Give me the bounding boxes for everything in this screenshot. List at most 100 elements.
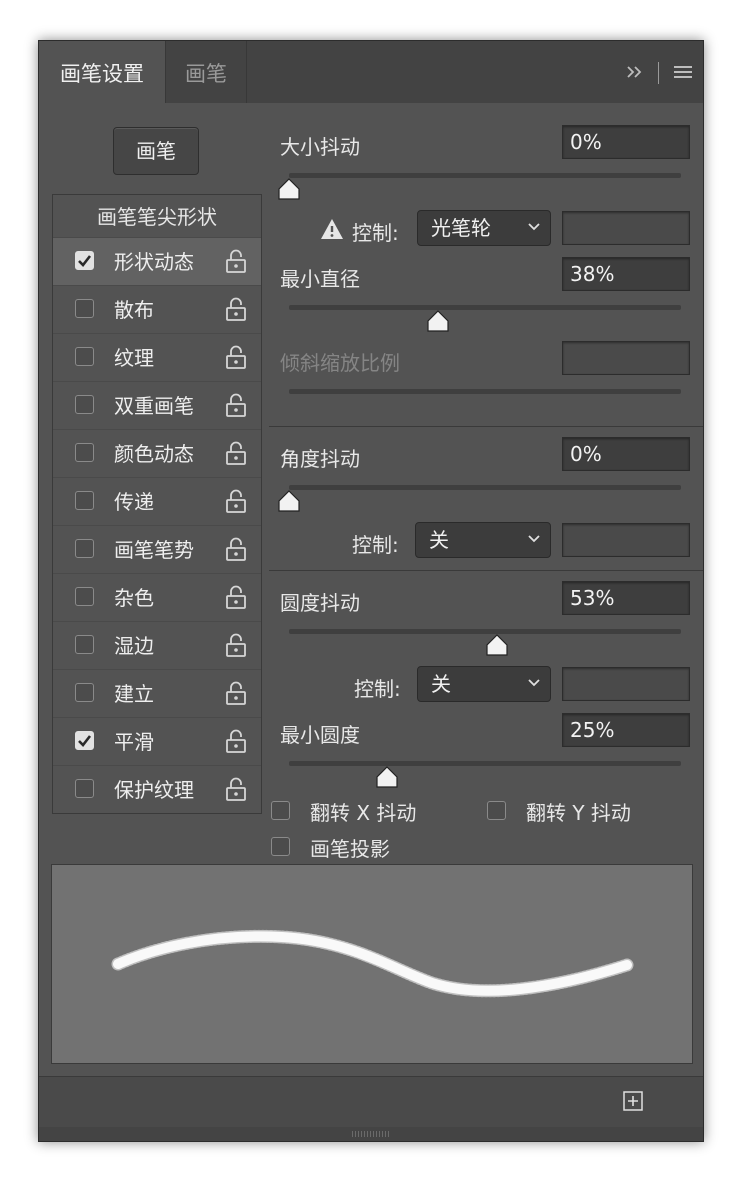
tilt-scale-label: 倾斜缩放比例 <box>280 351 400 375</box>
roundness-jitter-field[interactable]: 53% <box>562 581 690 615</box>
unlocked-padlock-icon[interactable] <box>225 489 247 513</box>
angle-control-select[interactable]: 关 <box>415 522 551 558</box>
sidebar-item[interactable]: 双重画笔 <box>53 381 261 429</box>
min-diameter-label: 最小直径 <box>280 267 360 291</box>
min-diameter-slider-thumb[interactable] <box>427 310 449 332</box>
sidebar-item[interactable]: 颜色动态 <box>53 429 261 477</box>
flip-x-label[interactable]: 翻转 X 抖动 <box>310 797 416 826</box>
size-jitter-label: 大小抖动 <box>280 135 360 159</box>
brush-settings-panel: 画笔设置 画笔 画笔 画笔笔尖形状 形状动态 散布 纹理 双重画笔 颜色动态 传递 画笔笔势… <box>38 40 704 1142</box>
sidebar-item[interactable]: 杂色 <box>53 573 261 621</box>
sidebar-item-label[interactable]: 建立 <box>114 670 154 718</box>
brush-projection-checkbox[interactable] <box>271 837 290 856</box>
hamburger-menu-icon[interactable] <box>673 64 693 83</box>
sidebar-item-label[interactable]: 形状动态 <box>114 238 194 286</box>
min-roundness-field[interactable]: 25% <box>562 713 690 747</box>
sidebar-item-label[interactable]: 传递 <box>114 478 154 526</box>
double-chevron-right-icon[interactable] <box>626 64 644 83</box>
sidebar-item-checkbox[interactable] <box>75 347 94 366</box>
sidebar-item-label[interactable]: 平滑 <box>114 718 154 766</box>
sidebar-item[interactable]: 湿边 <box>53 621 261 669</box>
chevron-down-icon <box>528 679 540 687</box>
min-roundness-slider-thumb[interactable] <box>376 766 398 788</box>
size-jitter-field[interactable]: 0% <box>562 125 690 159</box>
sidebar-item-checkbox[interactable] <box>75 395 94 414</box>
chevron-down-icon <box>528 223 540 231</box>
sidebar-item-label[interactable]: 颜色动态 <box>114 430 194 478</box>
unlocked-padlock-icon[interactable] <box>225 441 247 465</box>
size-jitter-slider-thumb[interactable] <box>278 178 300 200</box>
roundness-control-select[interactable]: 关 <box>417 666 551 702</box>
sidebar-item[interactable]: 纹理 <box>53 333 261 381</box>
unlocked-padlock-icon[interactable] <box>225 633 247 657</box>
sidebar-item-checkbox[interactable] <box>75 731 94 750</box>
sidebar-item-label[interactable]: 纹理 <box>114 334 154 382</box>
unlocked-padlock-icon[interactable] <box>225 729 247 753</box>
sidebar-item-label[interactable]: 双重画笔 <box>114 382 194 430</box>
angle-control-field[interactable] <box>562 523 690 557</box>
unlocked-padlock-icon[interactable] <box>225 345 247 369</box>
checkmark-icon <box>78 255 92 267</box>
flip-y-checkbox[interactable] <box>487 801 506 820</box>
size-jitter-slider-track[interactable] <box>289 173 681 178</box>
roundness-jitter-label: 圆度抖动 <box>280 591 360 615</box>
sidebar-item[interactable]: 平滑 <box>53 717 261 765</box>
sidebar-item[interactable]: 形状动态 <box>53 237 261 285</box>
new-brush-icon[interactable] <box>623 1091 643 1111</box>
sidebar-item-label[interactable]: 保护纹理 <box>114 766 194 814</box>
sidebar-item-checkbox[interactable] <box>75 539 94 558</box>
tilt-scale-field <box>562 341 690 375</box>
roundness-jitter-slider-thumb[interactable] <box>486 634 508 656</box>
sidebar-item[interactable]: 散布 <box>53 285 261 333</box>
unlocked-padlock-icon[interactable] <box>225 393 247 417</box>
sidebar-item[interactable]: 传递 <box>53 477 261 525</box>
unlocked-padlock-icon[interactable] <box>225 297 247 321</box>
sidebar-item-label[interactable]: 湿边 <box>114 622 154 670</box>
sidebar-item[interactable]: 画笔笔势 <box>53 525 261 573</box>
brush-stroke-preview <box>51 864 693 1064</box>
sidebar-item-label[interactable]: 画笔笔势 <box>114 526 194 574</box>
brush-presets-button[interactable]: 画笔 <box>113 127 199 175</box>
sidebar-item-checkbox[interactable] <box>75 491 94 510</box>
unlocked-padlock-icon[interactable] <box>225 585 247 609</box>
unlocked-padlock-icon[interactable] <box>225 537 247 561</box>
sidebar-item-checkbox[interactable] <box>75 587 94 606</box>
angle-control-label: 控制: <box>352 533 399 557</box>
size-control-field[interactable] <box>562 211 690 245</box>
resize-grip[interactable] <box>39 1127 703 1141</box>
angle-jitter-label: 角度抖动 <box>280 447 360 471</box>
roundness-control-field[interactable] <box>562 667 690 701</box>
sidebar-item[interactable]: 保护纹理 <box>53 765 261 813</box>
angle-control-value: 关 <box>429 528 449 552</box>
sidebar-item-label[interactable]: 杂色 <box>114 574 154 622</box>
sidebar-item[interactable]: 建立 <box>53 669 261 717</box>
panel-footer <box>39 1076 703 1127</box>
brush-stroke <box>111 929 634 998</box>
unlocked-padlock-icon[interactable] <box>225 681 247 705</box>
min-roundness-slider-track[interactable] <box>289 761 681 766</box>
min-diameter-slider-track[interactable] <box>289 305 681 310</box>
angle-jitter-slider-thumb[interactable] <box>278 490 300 512</box>
tab-brush[interactable]: 画笔 <box>166 41 247 103</box>
unlocked-padlock-icon[interactable] <box>225 249 247 273</box>
flip-y-label[interactable]: 翻转 Y 抖动 <box>526 797 631 826</box>
sidebar-item-checkbox[interactable] <box>75 779 94 798</box>
sidebar-item-checkbox[interactable] <box>75 443 94 462</box>
brush-options-list: 画笔笔尖形状 形状动态 散布 纹理 双重画笔 颜色动态 传递 画笔笔势 杂色 湿边 建立 平滑 保护纹… <box>52 194 262 814</box>
brush-projection-label[interactable]: 画笔投影 <box>310 833 390 862</box>
sidebar-item-checkbox[interactable] <box>75 683 94 702</box>
flip-x-checkbox[interactable] <box>271 801 290 820</box>
sidebar-item-label[interactable]: 散布 <box>114 286 154 334</box>
angle-jitter-slider-track[interactable] <box>289 485 681 490</box>
tab-bar: 画笔设置 画笔 <box>39 41 703 103</box>
min-diameter-field[interactable]: 38% <box>562 257 690 291</box>
unlocked-padlock-icon[interactable] <box>225 777 247 801</box>
divider <box>269 570 703 571</box>
sidebar-item-checkbox[interactable] <box>75 635 94 654</box>
angle-jitter-field[interactable]: 0% <box>562 437 690 471</box>
brush-tip-shape-header[interactable]: 画笔笔尖形状 <box>53 195 261 237</box>
tab-brush-settings[interactable]: 画笔设置 <box>39 41 166 103</box>
sidebar-item-checkbox[interactable] <box>75 251 94 270</box>
size-control-select[interactable]: 光笔轮 <box>417 210 551 246</box>
sidebar-item-checkbox[interactable] <box>75 299 94 318</box>
